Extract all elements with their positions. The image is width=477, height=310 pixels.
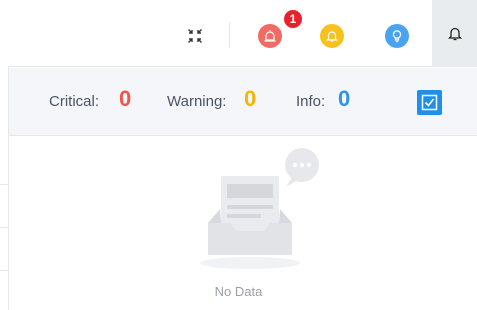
info-count: 0 bbox=[338, 86, 351, 111]
bell-icon bbox=[326, 31, 338, 42]
empty-inbox-icon bbox=[196, 147, 328, 273]
critical-label: Critical: bbox=[49, 93, 100, 110]
check-square-icon bbox=[421, 94, 438, 111]
siren-icon bbox=[264, 30, 276, 42]
top-bar: 1 bbox=[0, 0, 477, 67]
background-page-edge bbox=[0, 67, 8, 310]
lightbulb-icon bbox=[392, 30, 402, 43]
critical-count: 0 bbox=[119, 86, 132, 111]
info-label: Info: bbox=[296, 93, 326, 110]
warning-alerts-button[interactable] bbox=[320, 24, 344, 48]
critical-alerts-button[interactable] bbox=[258, 24, 282, 48]
row-line bbox=[0, 227, 8, 228]
row-line bbox=[0, 184, 8, 185]
notifications-button[interactable] bbox=[432, 0, 477, 67]
row-line bbox=[0, 270, 8, 271]
critical-count-badge: 1 bbox=[283, 9, 303, 29]
empty-state-text: No Data bbox=[214, 284, 263, 299]
bell-outline-icon bbox=[447, 27, 462, 41]
alerts-summary-header: Critical: 0 Warning: 0 Info: 0 bbox=[9, 68, 477, 136]
top-bar-edge bbox=[0, 0, 8, 67]
fullscreen-exit-icon[interactable] bbox=[187, 28, 203, 44]
warning-label: Warning: bbox=[167, 93, 227, 110]
mark-all-read-button[interactable] bbox=[417, 90, 442, 115]
warning-count: 0 bbox=[244, 86, 257, 111]
toolbar-divider bbox=[229, 22, 230, 48]
info-alerts-button[interactable] bbox=[385, 24, 409, 48]
